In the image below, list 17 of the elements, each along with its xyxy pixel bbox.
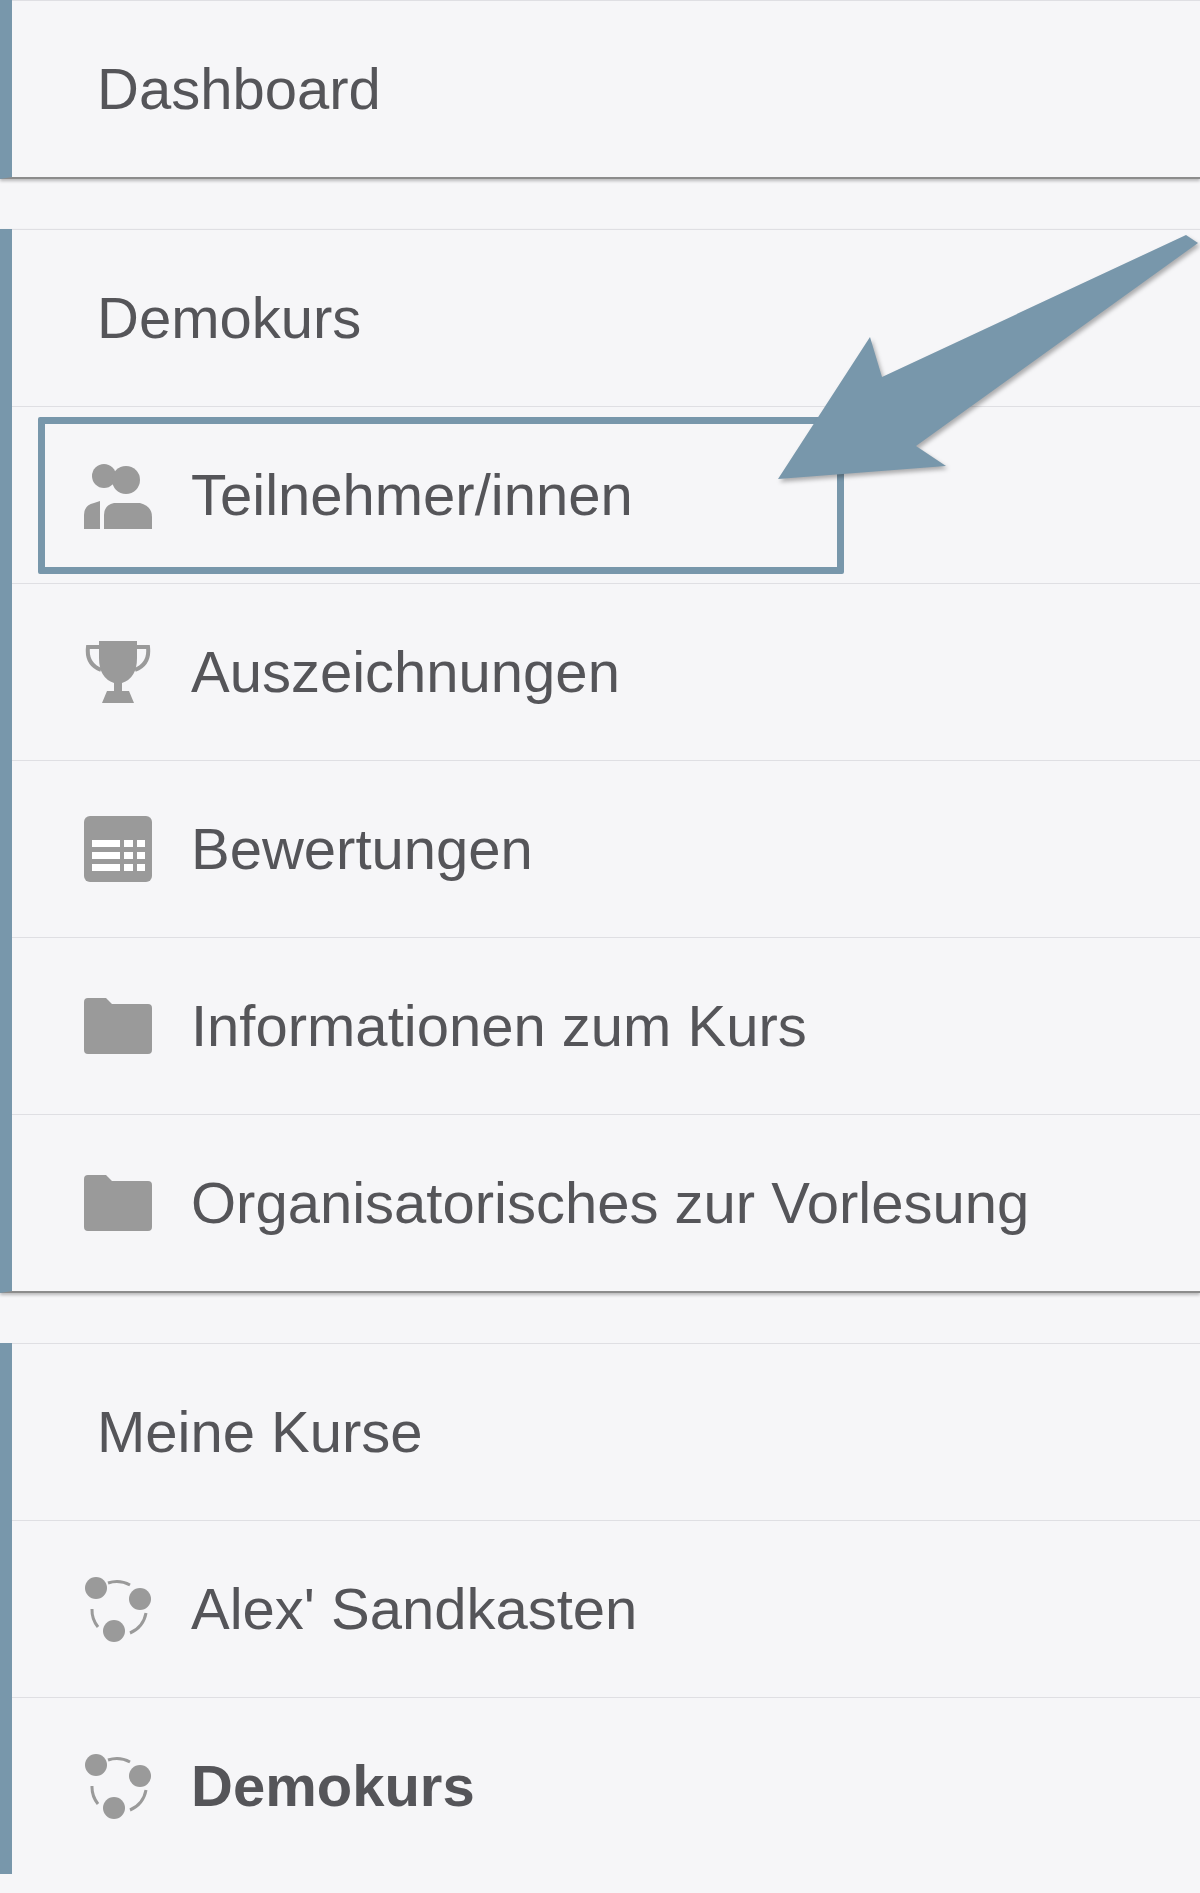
nav-item[interactable]: Demokurs — [38, 1751, 475, 1821]
nav-item[interactable]: Teilnehmer/innen — [38, 416, 844, 574]
folder-icon — [84, 998, 152, 1054]
nav-header[interactable]: Meine Kurse — [97, 1397, 423, 1467]
trophy-icon — [84, 638, 152, 706]
people-icon — [84, 461, 152, 529]
nav-item[interactable]: Bewertungen — [38, 814, 533, 884]
dots-ring-icon — [84, 1575, 152, 1643]
nav-header[interactable]: Demokurs — [97, 283, 362, 353]
nav-item[interactable]: Alex' Sandkasten — [38, 1574, 638, 1644]
dots-ring-icon — [84, 1752, 152, 1820]
table-icon — [84, 816, 152, 882]
nav-item[interactable]: Auszeichnungen — [38, 637, 620, 707]
nav-item[interactable]: Informationen zum Kurs — [38, 991, 807, 1061]
folder-icon — [84, 1175, 152, 1231]
nav-item[interactable]: Organisatorisches zur Vorlesung — [38, 1168, 1030, 1238]
nav-header[interactable]: Dashboard — [97, 54, 381, 124]
